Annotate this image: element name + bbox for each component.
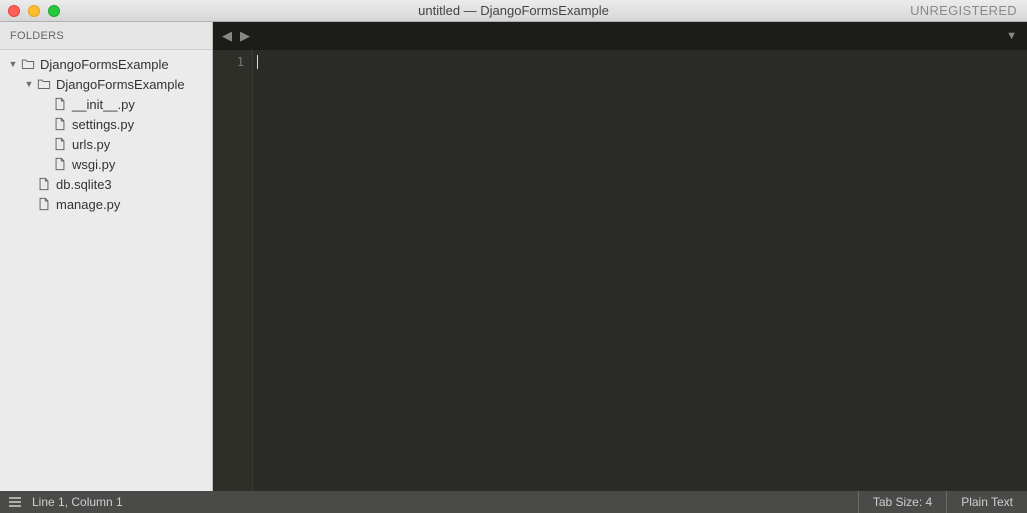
file-icon: [52, 97, 68, 111]
folder-node[interactable]: ▼ DjangoFormsExample: [0, 54, 212, 74]
node-label: DjangoFormsExample: [40, 57, 169, 72]
file-icon: [52, 157, 68, 171]
gutter-line-number: 1: [213, 54, 244, 70]
node-label: wsgi.py: [72, 157, 115, 172]
gutter: 1: [213, 50, 253, 491]
node-label: DjangoFormsExample: [56, 77, 185, 92]
file-icon: [36, 197, 52, 211]
tab-size-label: Tab Size: 4: [873, 495, 932, 509]
file-node[interactable]: __init__.py: [0, 94, 212, 114]
maximize-window-button[interactable]: [48, 5, 60, 17]
nav-forward-icon[interactable]: ▶: [239, 28, 251, 44]
tab-bar: ◀ ▶ ▼: [213, 22, 1027, 50]
registration-status: UNREGISTERED: [910, 3, 1027, 18]
main-content: FOLDERS ▼ DjangoFormsExample ▼ DjangoFormsE…: [0, 22, 1027, 491]
menu-icon[interactable]: [8, 496, 22, 508]
file-node[interactable]: urls.py: [0, 134, 212, 154]
tab-size-button[interactable]: Tab Size: 4: [858, 491, 946, 513]
folder-node[interactable]: ▼ DjangoFormsExample: [0, 74, 212, 94]
traffic-lights: [0, 5, 60, 17]
code-area[interactable]: [253, 50, 1027, 491]
node-label: urls.py: [72, 137, 110, 152]
status-bar: Line 1, Column 1 Tab Size: 4 Plain Text: [0, 491, 1027, 513]
cursor-position: Line 1, Column 1: [32, 495, 123, 509]
editor[interactable]: 1: [213, 50, 1027, 491]
syntax-label: Plain Text: [961, 495, 1013, 509]
tab-dropdown-icon[interactable]: ▼: [1004, 30, 1019, 42]
status-left: Line 1, Column 1: [0, 495, 123, 509]
syntax-button[interactable]: Plain Text: [946, 491, 1027, 513]
text-cursor: [257, 55, 258, 69]
file-node[interactable]: settings.py: [0, 114, 212, 134]
editor-pane: ◀ ▶ ▼ 1: [213, 22, 1027, 491]
file-icon: [52, 117, 68, 131]
folder-icon: [20, 57, 36, 71]
file-icon: [52, 137, 68, 151]
node-label: manage.py: [56, 197, 120, 212]
file-tree: ▼ DjangoFormsExample ▼ DjangoFormsExample __…: [0, 50, 212, 218]
sidebar: FOLDERS ▼ DjangoFormsExample ▼ DjangoFormsE…: [0, 22, 213, 491]
node-label: __init__.py: [72, 97, 135, 112]
minimize-window-button[interactable]: [28, 5, 40, 17]
node-label: db.sqlite3: [56, 177, 112, 192]
nav-back-icon[interactable]: ◀: [221, 28, 233, 44]
window-titlebar: untitled — DjangoFormsExample UNREGISTER…: [0, 0, 1027, 22]
disclosure-triangle-icon[interactable]: ▼: [24, 79, 34, 89]
folder-icon: [36, 77, 52, 91]
node-label: settings.py: [72, 117, 134, 132]
file-node[interactable]: wsgi.py: [0, 154, 212, 174]
disclosure-triangle-icon[interactable]: ▼: [8, 59, 18, 69]
window-title: untitled — DjangoFormsExample: [0, 3, 1027, 18]
file-node[interactable]: manage.py: [0, 194, 212, 214]
sidebar-header: FOLDERS: [0, 22, 212, 50]
file-icon: [36, 177, 52, 191]
file-node[interactable]: db.sqlite3: [0, 174, 212, 194]
close-window-button[interactable]: [8, 5, 20, 17]
